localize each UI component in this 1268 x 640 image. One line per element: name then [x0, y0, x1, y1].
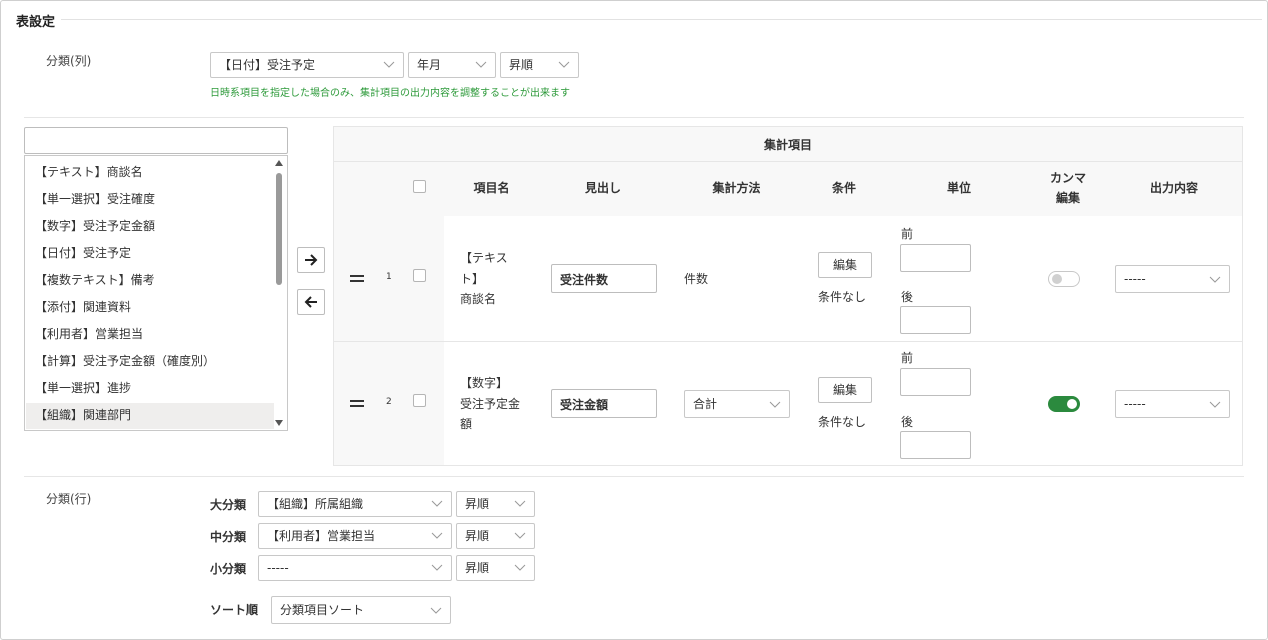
toggle-knob [1067, 399, 1077, 409]
major-field-select[interactable]: 【組織】所属組織 [258, 491, 452, 517]
method-select[interactable]: 合計 [684, 390, 790, 418]
row-item-name-line: ト】 [460, 272, 485, 286]
middle-field-select[interactable]: 【利用者】営業担当 [258, 523, 452, 549]
column-order-select[interactable]: 昇順 [500, 52, 579, 78]
arrow-left-icon [304, 296, 317, 308]
column-granularity-select[interactable]: 年月 [408, 52, 496, 78]
major-class-label: 大分類 [210, 498, 247, 512]
list-item[interactable]: 【複数テキスト】備考 [35, 271, 155, 288]
header-comma-line1: カンマ [1049, 171, 1086, 185]
minor-order-select[interactable]: 昇順 [456, 555, 535, 581]
chevron-down-icon [769, 401, 781, 408]
minor-field-select[interactable]: ----- [258, 555, 452, 581]
unit-after-label: 後 [901, 415, 914, 429]
comma-toggle[interactable] [1048, 396, 1080, 412]
divider-top [24, 117, 1244, 118]
header-divider [334, 161, 1242, 162]
unit-after-label: 後 [901, 290, 914, 304]
header-output: 出力内容 [1149, 181, 1198, 195]
condition-status: 条件なし [818, 415, 867, 429]
chevron-down-icon [431, 564, 443, 571]
row-item-name-line: 額 [460, 417, 473, 431]
drag-handle-icon[interactable] [350, 275, 364, 283]
condition-edit-button[interactable]: 編集 [818, 252, 872, 278]
middle-order-select[interactable]: 昇順 [456, 523, 535, 549]
header-heading: 見出し [584, 181, 621, 195]
major-order-select[interactable]: 昇順 [456, 491, 535, 517]
move-right-button[interactable] [297, 247, 325, 273]
list-item[interactable]: 【日付】受注予定 [35, 244, 131, 261]
select-all-checkbox[interactable] [413, 180, 426, 193]
list-item[interactable]: 【添付】関連資料 [35, 298, 131, 315]
unit-after-input[interactable] [900, 306, 971, 334]
list-item[interactable]: 【単一選択】進捗 [35, 379, 131, 396]
list-scrollbar[interactable] [272, 157, 286, 429]
header-condition: 条件 [831, 181, 856, 195]
unit-before-input[interactable] [900, 368, 971, 396]
unit-before-label: 前 [901, 227, 914, 241]
minor-class-label: 小分類 [210, 562, 247, 576]
sort-order-label: ソート順 [210, 603, 259, 617]
arrow-right-icon [305, 254, 318, 266]
heading-input[interactable]: 受注金額 [551, 389, 657, 418]
row-item-name-line: 受注予定金 [460, 397, 521, 411]
condition-status: 条件なし [818, 290, 867, 304]
row-item-name-line: 【テキス [460, 251, 508, 265]
chevron-down-icon [1209, 276, 1221, 283]
unit-before-input[interactable] [900, 244, 971, 272]
header-item-name: 項目名 [473, 181, 510, 195]
chevron-down-icon [1209, 401, 1221, 408]
heading-input[interactable]: 受注件数 [551, 264, 657, 293]
column-classification-note: 日時系項目を指定した場合のみ、集計項目の出力内容を調整することが出来ます [210, 88, 570, 99]
list-item[interactable]: 【組織】関連部門 [35, 406, 131, 423]
chevron-down-icon [431, 532, 443, 539]
chevron-down-icon [431, 500, 443, 507]
aggregation-table: 集計項目 項目名 見出し 集計方法 条件 単位 カンマ 編集 出力内容 1 【テ… [333, 126, 1243, 466]
field-listbox[interactable]: 【テキスト】商談名 【単一選択】受注確度 【数字】受注予定金額 【日付】受注予定… [24, 155, 288, 431]
field-search-input[interactable] [24, 127, 288, 154]
row-item-name-line: 商談名 [460, 292, 497, 306]
row-classification-label: 分類(行) [46, 492, 92, 506]
column-classification-label: 分類(列) [46, 54, 92, 68]
sort-order-select[interactable]: 分類項目ソート [271, 596, 451, 624]
chevron-down-icon [514, 532, 526, 539]
header-method: 集計方法 [712, 181, 761, 195]
middle-class-label: 中分類 [210, 530, 247, 544]
list-item[interactable]: 【利用者】営業担当 [35, 325, 143, 342]
method-value: 件数 [684, 272, 709, 286]
condition-edit-button[interactable]: 編集 [818, 377, 872, 403]
row-number: 1 [386, 272, 392, 282]
chevron-down-icon [514, 564, 526, 571]
comma-toggle[interactable] [1048, 271, 1080, 287]
chevron-down-icon [383, 61, 395, 68]
chevron-down-icon [475, 61, 487, 68]
drag-handle-icon[interactable] [350, 400, 364, 408]
unit-before-label: 前 [901, 351, 914, 365]
row-number: 2 [386, 397, 392, 407]
header-unit: 単位 [946, 181, 971, 195]
aggregation-table-title: 集計項目 [763, 138, 812, 152]
output-select[interactable]: ----- [1115, 265, 1230, 293]
header-comma-line2: 編集 [1055, 191, 1080, 205]
row-checkbox[interactable] [413, 394, 426, 407]
chevron-down-icon [514, 500, 526, 507]
output-select[interactable]: ----- [1115, 390, 1230, 418]
unit-after-input[interactable] [900, 431, 971, 459]
list-item[interactable]: 【数字】受注予定金額 [35, 217, 155, 234]
section-title: 表設定 [16, 11, 62, 30]
row-item-name-line: 【数字】 [460, 376, 509, 390]
list-item[interactable]: 【テキスト】商談名 [35, 163, 143, 180]
chevron-down-icon [430, 607, 442, 614]
divider-bottom [24, 476, 1244, 477]
move-left-button[interactable] [297, 289, 325, 315]
row-checkbox[interactable] [413, 269, 426, 282]
section-divider [60, 19, 1262, 20]
toggle-knob [1052, 274, 1062, 284]
list-item[interactable]: 【単一選択】受注確度 [35, 190, 155, 207]
chevron-down-icon [558, 61, 570, 68]
column-field-select[interactable]: 【日付】受注予定 [210, 52, 404, 78]
list-item[interactable]: 【計算】受注予定金額（確度別） [35, 352, 215, 369]
